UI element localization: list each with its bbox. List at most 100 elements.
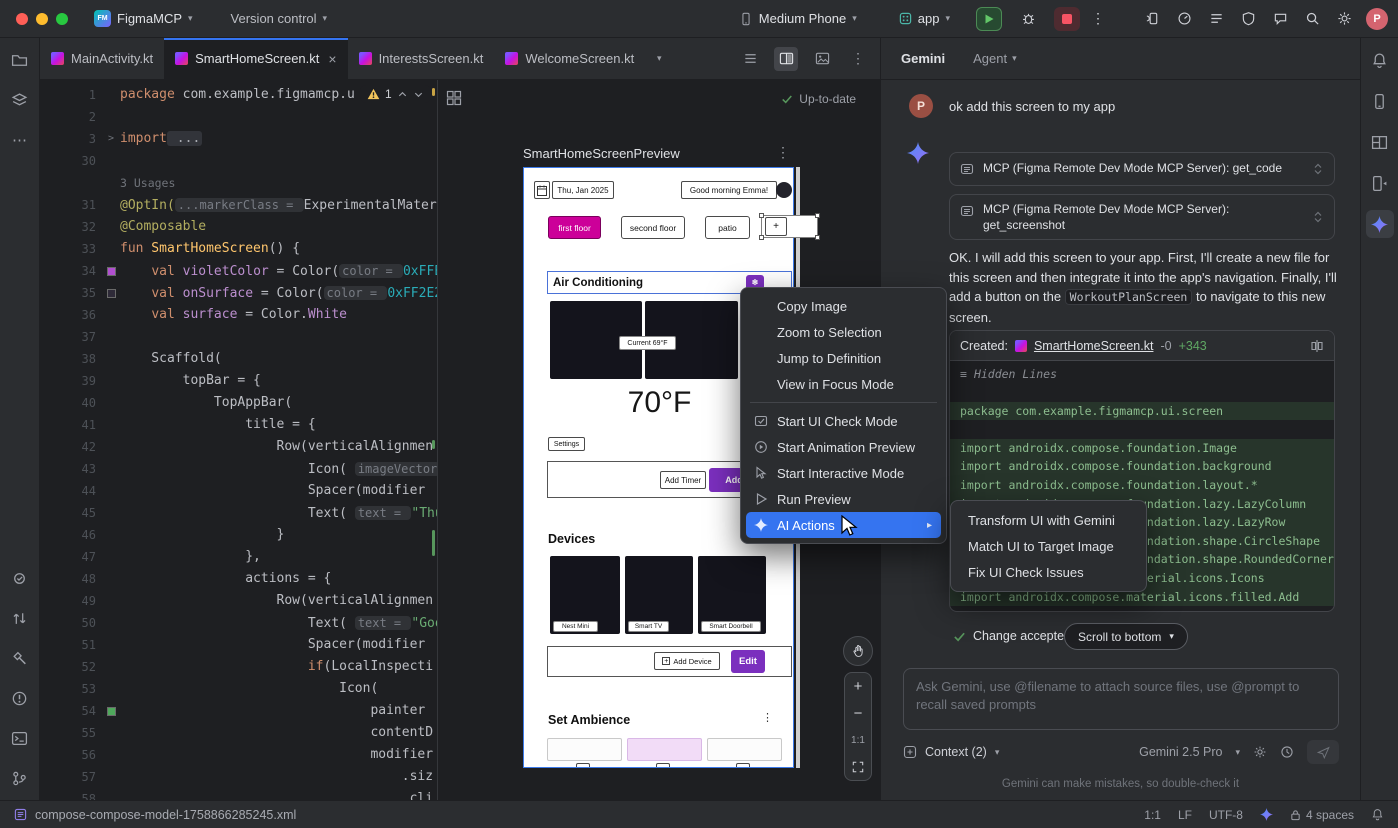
stop-button[interactable] <box>1054 7 1080 31</box>
split-view-button[interactable] <box>774 47 798 71</box>
vcs-menu[interactable]: Version control ▾ <box>223 7 336 30</box>
design-view-button[interactable] <box>810 47 834 71</box>
gemini-status-icon[interactable] <box>1260 808 1273 821</box>
gemini-tool-button[interactable] <box>1366 210 1394 238</box>
more-run-options-button[interactable]: ⋮ <box>1084 6 1112 32</box>
code-line[interactable]: 46 } <box>40 524 437 546</box>
search-everywhere-button[interactable] <box>1298 6 1326 32</box>
ambience-swatch[interactable] <box>627 738 702 761</box>
tab-options-button[interactable]: ⋮ <box>846 47 870 71</box>
usages-hint[interactable]: 3 Usages <box>120 176 175 190</box>
assistant-button[interactable] <box>1266 6 1294 32</box>
menu-item-jump-to-definition[interactable]: Jump to Definition <box>746 345 941 371</box>
code-line[interactable]: 56 modifier <box>40 744 437 766</box>
menu-item-copy-image[interactable]: Copy Image <box>746 293 941 319</box>
version-control-tool-button[interactable] <box>6 764 34 792</box>
device-selector[interactable]: Medium Phone ▾ <box>731 7 865 30</box>
code-line[interactable]: 36 val surface = Color.White <box>40 304 437 326</box>
floor-tab-first[interactable]: first floor <box>548 216 601 239</box>
floor-tab-patio[interactable]: patio <box>705 216 750 239</box>
code-line[interactable]: 49 Row(verticalAlignmen <box>40 590 437 612</box>
commit-tool-button[interactable] <box>6 564 34 592</box>
run-config-selector[interactable]: app ▾ <box>891 7 958 30</box>
add-device-button[interactable]: + Add Device <box>654 652 720 670</box>
tab-mainactivity[interactable]: MainActivity.kt <box>40 38 164 79</box>
menu-item-zoom-to-selection[interactable]: Zoom to Selection <box>746 319 941 345</box>
selection-handle[interactable] <box>759 235 764 240</box>
hidden-tabs-dropdown[interactable]: ▾ <box>647 47 671 71</box>
code-line[interactable]: 30 <box>40 150 437 172</box>
tool-call-get-screenshot[interactable]: MCP (Figma Remote Dev Mode MCP Server): … <box>949 194 1335 240</box>
tab-agent[interactable]: Agent▾ <box>973 51 1017 66</box>
zoom-level[interactable]: 1:1 <box>851 727 865 753</box>
inspections-widget[interactable]: 1 <box>360 85 431 103</box>
code-line[interactable]: 43 Icon( imageVector <box>40 458 437 480</box>
indent-widget[interactable]: 4 spaces <box>1290 808 1354 822</box>
device-mirroring-button[interactable] <box>1138 6 1166 32</box>
code-line[interactable]: 58 .cli <box>40 788 437 800</box>
settings-chip[interactable]: Settings <box>548 437 585 451</box>
history-icon[interactable] <box>1280 745 1294 759</box>
code-line[interactable]: 31@OptIn(...markerClass = ExperimentalMa… <box>40 194 437 216</box>
code-line[interactable]: 3 Usages <box>40 172 437 194</box>
menu-item-run-preview[interactable]: Run Preview <box>746 486 941 512</box>
code-line[interactable]: 51 Spacer(modifier <box>40 634 437 656</box>
context-icon[interactable] <box>903 745 917 759</box>
problems-tool-button[interactable] <box>6 684 34 712</box>
selection-handle[interactable] <box>815 235 820 240</box>
component-selection-box[interactable]: + <box>761 215 818 238</box>
code-line[interactable]: 55 contentD <box>40 722 437 744</box>
code-line[interactable]: 50 Text( text = "Good <box>40 612 437 634</box>
code-line[interactable]: 3>import ... <box>40 128 437 150</box>
open-diff-icon[interactable] <box>1310 339 1324 353</box>
tab-smarthomescreen[interactable]: SmartHomeScreen.kt × <box>164 38 347 79</box>
project-menu[interactable]: FM FigmaMCP ▾ <box>86 6 201 31</box>
model-selector[interactable]: Gemini 2.5 Pro <box>1139 745 1222 759</box>
code-line[interactable]: 39 topBar = { <box>40 370 437 392</box>
notifications-status-icon[interactable] <box>1371 808 1384 821</box>
build-tool-button[interactable] <box>6 644 34 672</box>
hidden-lines-row[interactable]: ≡Hidden Lines <box>950 364 1334 383</box>
debug-button[interactable] <box>1014 6 1042 32</box>
code-line[interactable]: 2 <box>40 106 437 128</box>
code-line[interactable]: 54 painter <box>40 700 437 722</box>
code-line[interactable]: 53 Icon( <box>40 678 437 700</box>
settings-button[interactable] <box>1330 6 1358 32</box>
layout-inspector-button[interactable] <box>1366 128 1394 156</box>
floor-tab-second[interactable]: second floor <box>621 216 685 239</box>
code-line[interactable]: 42 Row(verticalAlignmen <box>40 436 437 458</box>
menu-item-view-in-focus-mode[interactable]: View in Focus Mode <box>746 371 941 397</box>
project-tool-button[interactable] <box>6 46 34 74</box>
app-insights-button[interactable] <box>1234 6 1262 32</box>
more-tools-button[interactable]: ⋯ <box>6 126 34 154</box>
tool-call-get-code[interactable]: MCP (Figma Remote Dev Mode MCP Server): … <box>949 152 1335 186</box>
floor-tab-add[interactable]: + <box>765 217 787 236</box>
menu-item-start-interactive-mode[interactable]: Start Interactive Mode <box>746 460 941 486</box>
status-file-name[interactable]: compose-compose-model-1758866285245.xml <box>35 808 296 822</box>
code-line[interactable]: 47 }, <box>40 546 437 568</box>
submenu-item-transform-ui-with-gemini[interactable]: Transform UI with Gemini <box>956 507 1141 533</box>
resource-manager-tool-button[interactable] <box>6 86 34 114</box>
code-line[interactable]: 38 Scaffold( <box>40 348 437 370</box>
terminal-tool-button[interactable] <box>6 724 34 752</box>
code-line[interactable]: 52 if(LocalInspecti <box>40 656 437 678</box>
ambience-swatch[interactable] <box>547 738 622 761</box>
cursor-position[interactable]: 1:1 <box>1144 808 1161 822</box>
device-manager-button[interactable] <box>1366 87 1394 115</box>
menu-item-start-animation-preview[interactable]: Start Animation Preview <box>746 434 941 460</box>
zoom-out-button[interactable]: − <box>845 700 871 727</box>
code-line[interactable]: 35 val onSurface = Color(color = 0xFF2E2 <box>40 282 437 304</box>
notifications-button[interactable] <box>1366 46 1394 74</box>
preview-options-icon[interactable]: ⋮ <box>776 144 790 161</box>
ambience-swatch[interactable] <box>707 738 782 761</box>
pan-tool-button[interactable] <box>843 636 873 666</box>
fold-icon[interactable]: > <box>102 128 120 150</box>
add-timer-button[interactable]: Add Timer <box>660 471 706 489</box>
menu-item-start-ui-check-mode[interactable]: Start UI Check Mode <box>746 408 941 434</box>
sync-tool-button[interactable] <box>6 604 34 632</box>
code-line[interactable]: 33fun SmartHomeScreen() { <box>40 238 437 260</box>
close-window-button[interactable] <box>16 13 28 25</box>
code-line[interactable]: 34 val violetColor = Color(color = 0xFFE… <box>40 260 437 282</box>
zoom-in-button[interactable]: + <box>845 673 871 700</box>
expand-icon[interactable] <box>1312 210 1324 224</box>
